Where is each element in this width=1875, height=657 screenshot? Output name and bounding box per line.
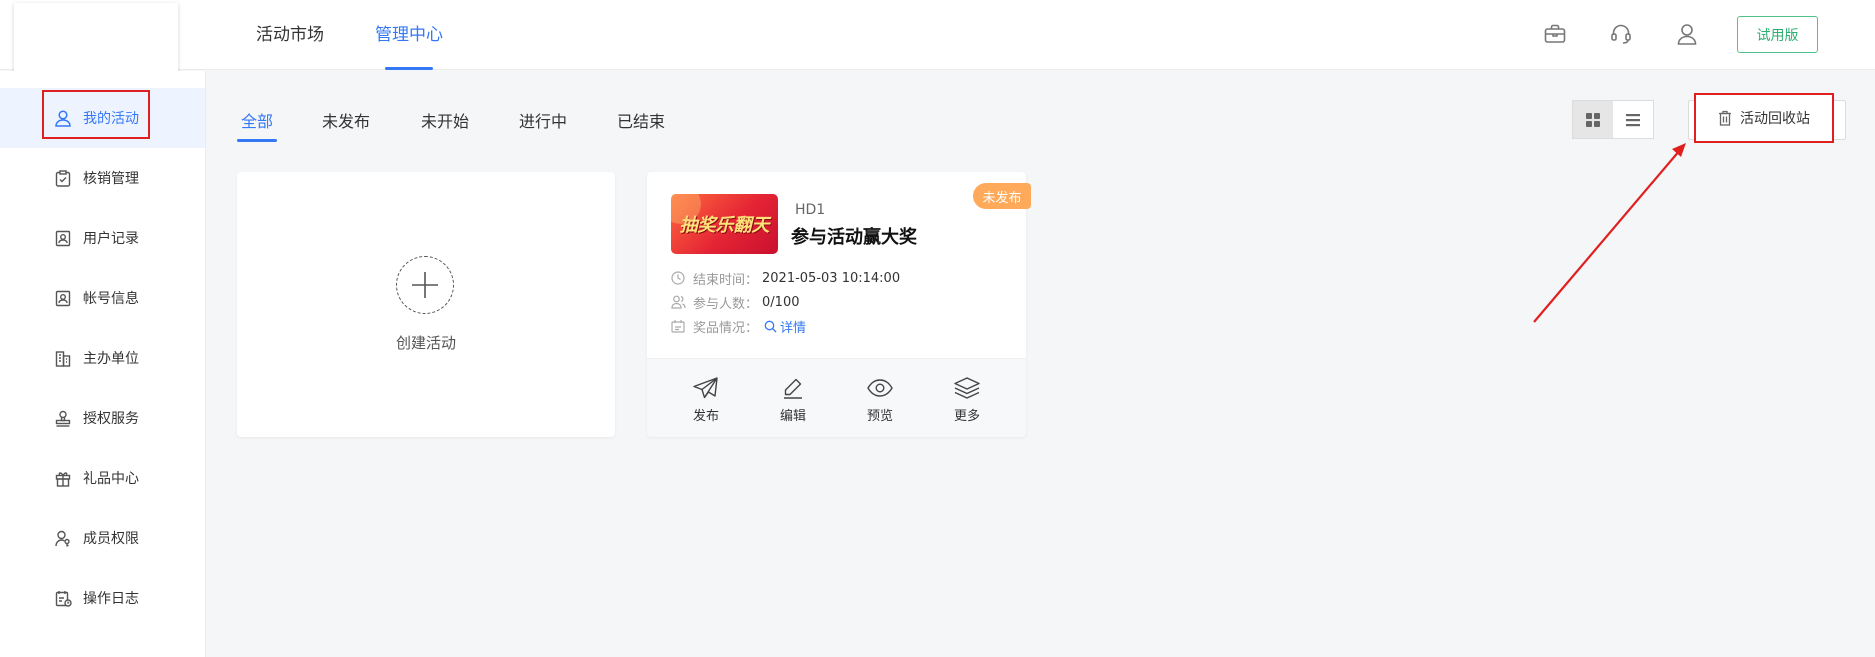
clipboard-check-icon: [54, 169, 72, 187]
grid-view-icon[interactable]: [1573, 101, 1613, 138]
sidebar-item-label: 用户记录: [83, 231, 139, 247]
participants-value: 0/100: [762, 294, 800, 310]
sidebar-item-label: 成员权限: [83, 531, 139, 547]
more-label: 更多: [953, 409, 980, 424]
participants-row: 参与人数： 0/100: [671, 292, 799, 312]
sidebar-item-operation-log[interactable]: 操作日志: [0, 568, 205, 628]
id-card-icon: [54, 229, 72, 247]
headset-icon[interactable]: [1607, 20, 1635, 48]
plus-icon: [396, 256, 454, 314]
clock-icon: [671, 271, 687, 285]
tab-unpublished[interactable]: 未发布: [322, 108, 370, 142]
logo[interactable]: [14, 3, 178, 73]
trash-icon: [1718, 110, 1732, 126]
participants-label: 参与人数：: [693, 296, 759, 312]
sidebar-item-label: 帐号信息: [83, 291, 139, 307]
activity-card[interactable]: 抽奖乐翻天 HD1 参与活动赢大奖 未发布 结束时间： 2021-05-03 1…: [647, 172, 1031, 437]
list-view-icon[interactable]: [1613, 101, 1653, 138]
user-icon[interactable]: [1673, 20, 1701, 48]
briefcase-icon[interactable]: [1541, 20, 1569, 48]
sidebar-item-gift-center[interactable]: 礼品中心: [0, 448, 205, 508]
nav-activity-market[interactable]: 活动市场: [256, 0, 324, 70]
tab-ended[interactable]: 已结束: [617, 108, 665, 142]
sidebar-item-label: 主办单位: [83, 351, 139, 367]
edit-button[interactable]: 编辑: [763, 375, 823, 424]
top-header: 活动市场 管理中心 试用版: [0, 0, 1875, 73]
preview-label: 预览: [866, 409, 893, 424]
activity-actions: 发布 编辑 预览 更多: [647, 358, 1026, 437]
sidebar-item-label: 礼品中心: [83, 471, 139, 487]
prize-details-link[interactable]: 详情: [764, 317, 806, 336]
stamp-icon: [54, 409, 72, 427]
search-icon: [764, 320, 777, 332]
create-activity-card[interactable]: 创建活动: [237, 172, 615, 437]
end-time-label: 结束时间：: [693, 272, 759, 288]
sidebar-item-member-permissions[interactable]: 成员权限: [0, 508, 205, 568]
send-icon: [693, 375, 719, 401]
building-icon: [54, 349, 72, 367]
highlight-box-my-activities: [42, 90, 150, 139]
sidebar-item-label: 授权服务: [83, 411, 139, 427]
sidebar-item-user-records[interactable]: 用户记录: [0, 208, 205, 268]
sidebar-item-label: 核销管理: [83, 171, 139, 187]
prize-row: 奖品情况： 详情: [671, 316, 806, 336]
activity-thumbnail: 抽奖乐翻天: [671, 194, 778, 254]
publish-label: 发布: [692, 409, 719, 424]
publish-button[interactable]: 发布: [676, 375, 736, 424]
account-card-icon: [54, 289, 72, 307]
edit-icon: [782, 375, 804, 401]
users-icon: [671, 295, 687, 309]
user-key-icon: [54, 529, 72, 547]
layers-icon: [954, 375, 980, 401]
activity-code: HD1: [795, 202, 826, 218]
tab-in-progress[interactable]: 进行中: [519, 108, 567, 142]
sidebar-item-authorization[interactable]: 授权服务: [0, 388, 205, 448]
view-toggle: [1572, 100, 1654, 139]
prize-details-label: 详情: [780, 320, 807, 336]
end-time-value: 2021-05-03 10:14:00: [762, 270, 901, 286]
recycle-bin-label: 活动回收站: [1740, 111, 1810, 127]
trial-version-button[interactable]: 试用版: [1737, 16, 1818, 53]
status-badge: 未发布: [973, 183, 1031, 209]
sidebar-item-verification[interactable]: 核销管理: [0, 148, 205, 208]
preview-button[interactable]: 预览: [850, 375, 910, 424]
sidebar: 我的活动 核销管理 用户记录 帐号信息 主办单位 授权服务 礼品中心 成员权限 …: [0, 71, 206, 657]
eye-icon: [867, 375, 893, 401]
edit-label: 编辑: [779, 409, 806, 424]
prize-label: 奖品情况：: [693, 320, 759, 336]
more-button[interactable]: 更多: [937, 375, 997, 424]
nav-management-center[interactable]: 管理中心: [375, 0, 443, 70]
tab-all[interactable]: 全部: [236, 108, 278, 142]
end-time-row: 结束时间： 2021-05-03 10:14:00: [671, 268, 900, 288]
create-activity-label: 创建活动: [395, 334, 456, 352]
recycle-bin-button[interactable]: 活动回收站: [1694, 93, 1834, 143]
gift-icon: [54, 469, 72, 487]
sidebar-item-account-info[interactable]: 帐号信息: [0, 268, 205, 328]
calendar-log-icon: [54, 589, 72, 607]
sidebar-item-organizer[interactable]: 主办单位: [0, 328, 205, 388]
tab-not-started[interactable]: 未开始: [421, 108, 469, 142]
prize-icon: [671, 319, 687, 333]
sidebar-item-label: 操作日志: [83, 591, 139, 607]
thumbnail-text: 抽奖乐翻天: [679, 215, 770, 236]
activity-title: 参与活动赢大奖: [791, 227, 917, 248]
